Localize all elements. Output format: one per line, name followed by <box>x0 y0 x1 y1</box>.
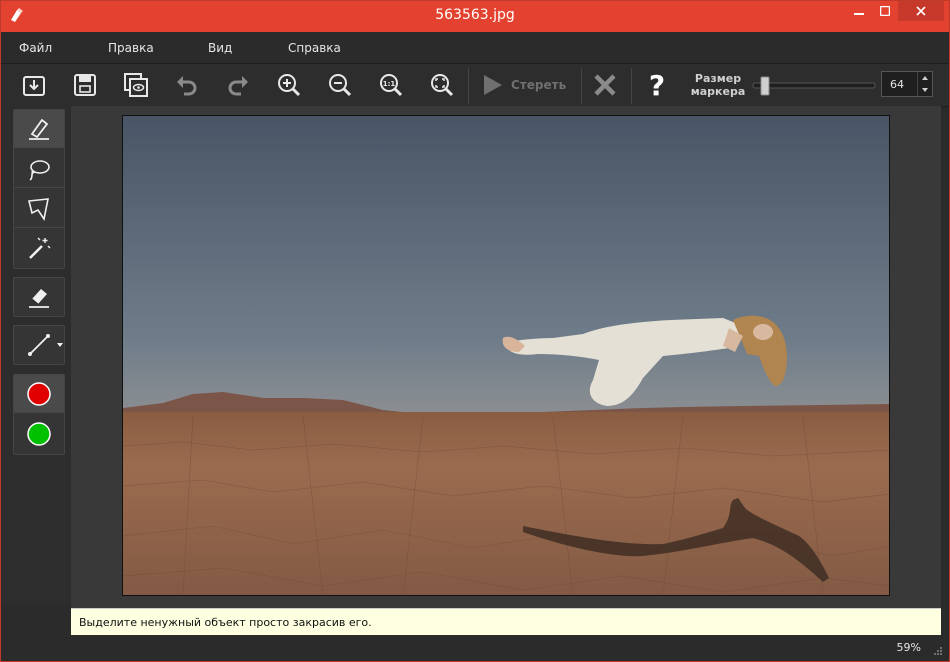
marker-icon <box>29 118 49 140</box>
zoom-out-button[interactable] <box>321 68 359 102</box>
zoom-fit-icon <box>431 74 454 97</box>
minimize-button[interactable] <box>846 1 872 21</box>
save-icon <box>74 74 96 96</box>
hint-bar: Выделите ненужный объект просто закрасив… <box>71 608 941 635</box>
green-color-tool[interactable] <box>14 415 64 453</box>
toolbar-separator <box>631 68 632 104</box>
green-circle-icon <box>27 422 51 446</box>
cancel-button[interactable] <box>586 68 624 102</box>
zoom-in-icon <box>278 74 301 97</box>
spin-down-icon <box>922 88 928 92</box>
open-icon <box>23 76 45 96</box>
undo-button[interactable] <box>168 68 206 102</box>
menu-view[interactable]: Вид <box>208 41 232 55</box>
menu-help[interactable]: Справка <box>288 41 341 55</box>
polygon-lasso-tool[interactable] <box>14 190 64 228</box>
marker-size-label-line1: Размер <box>694 72 742 85</box>
preview-button[interactable] <box>117 68 155 102</box>
menu-edit[interactable]: Правка <box>108 41 154 55</box>
toolbar-separator <box>468 68 469 104</box>
close-button[interactable] <box>898 1 944 21</box>
marker-size-label: Размер маркера <box>689 72 747 98</box>
hint-text: Выделите ненужный объект просто закрасив… <box>79 616 372 629</box>
redo-button[interactable] <box>219 68 257 102</box>
eraser-tool[interactable] <box>14 278 64 316</box>
marker-size-slider[interactable] <box>751 76 877 96</box>
line-group <box>13 325 65 365</box>
zoom-actual-size-icon: 1:1 <box>380 74 403 97</box>
menu-bar: Файл Правка Вид Справка <box>1 32 949 63</box>
save-button[interactable] <box>66 68 104 102</box>
title-bar: 563563.jpg <box>1 1 949 32</box>
erase-button[interactable]: Стереть <box>479 68 579 102</box>
slider-thumb <box>760 76 770 96</box>
close-x-icon <box>594 74 616 96</box>
redo-icon <box>228 76 248 96</box>
zoom-in-button[interactable] <box>270 68 308 102</box>
marker-size-value[interactable]: 64 <box>890 78 904 91</box>
eraser-icon <box>29 289 49 308</box>
toolbar: 1:1 Стереть ? Размер маркера 64 <box>1 63 949 107</box>
photo-image[interactable] <box>123 116 890 596</box>
eraser-group <box>13 277 65 317</box>
open-button[interactable] <box>15 68 53 102</box>
spin-buttons <box>917 72 932 96</box>
svg-text:?: ? <box>649 70 665 100</box>
marker-tool[interactable] <box>14 110 64 148</box>
erase-button-label: Стереть <box>511 78 567 92</box>
window-title: 563563.jpg <box>435 7 515 23</box>
zoom-level: 59% <box>896 641 921 654</box>
zoom-out-icon <box>329 74 352 97</box>
help-button[interactable]: ? <box>638 68 676 102</box>
fit-window-button[interactable] <box>423 68 461 102</box>
selection-tools <box>13 109 65 269</box>
status-bar: 59% <box>1 635 949 661</box>
svg-text:1:1: 1:1 <box>383 80 396 88</box>
question-icon: ? <box>649 70 665 100</box>
spin-up-icon <box>922 76 928 80</box>
magic-wand-tool[interactable] <box>14 230 64 268</box>
menu-file[interactable]: Файл <box>19 41 52 55</box>
lasso-icon <box>29 159 50 181</box>
resize-grip-icon[interactable] <box>933 646 943 656</box>
red-circle-icon <box>27 381 51 406</box>
color-group <box>13 374 65 455</box>
tools-sidebar <box>1 106 71 606</box>
polygon-lasso-icon <box>28 197 49 221</box>
line-dropdown-arrow-icon[interactable] <box>56 341 64 349</box>
lasso-tool[interactable] <box>14 150 64 188</box>
line-icon <box>28 334 50 356</box>
magic-wand-icon <box>29 237 51 259</box>
maximize-button[interactable] <box>872 1 898 21</box>
toolbar-separator <box>581 68 582 104</box>
play-icon <box>484 75 502 95</box>
preview-icon <box>124 73 148 97</box>
marker-size-spinbox[interactable]: 64 <box>881 71 933 97</box>
photo-canvas[interactable] <box>122 115 890 596</box>
actual-size-button[interactable]: 1:1 <box>372 68 410 102</box>
marker-size-label-line2: маркера <box>690 85 746 98</box>
app-window: 563563.jpg Файл Правка Вид Справка 1:1 С… <box>0 0 950 662</box>
red-color-tool[interactable] <box>14 375 64 413</box>
undo-icon <box>177 76 197 96</box>
